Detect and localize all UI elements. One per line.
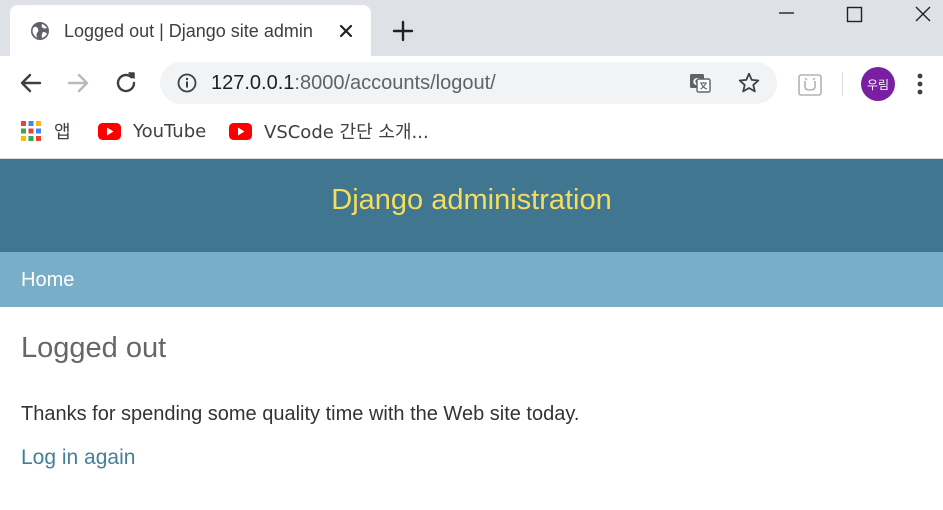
url-path: :8000/accounts/logout/ bbox=[294, 72, 496, 94]
breadcrumb-home-link[interactable]: Home bbox=[21, 268, 74, 292]
translate-icon[interactable]: G bbox=[688, 71, 712, 95]
address-bar[interactable]: 127.0.0.1:8000/accounts/logout/ G bbox=[160, 62, 777, 104]
bookmark-star-icon[interactable] bbox=[737, 71, 761, 95]
admin-header: Django administration bbox=[0, 159, 943, 252]
browser-toolbar: 127.0.0.1:8000/accounts/logout/ G 우림 bbox=[0, 56, 943, 110]
tab-strip: Logged out | Django site admin bbox=[0, 0, 943, 56]
more-menu-icon[interactable] bbox=[906, 70, 934, 98]
tab-title: Logged out | Django site admin bbox=[64, 21, 313, 41]
maximize-icon[interactable] bbox=[824, 0, 884, 30]
youtube-icon bbox=[229, 122, 252, 140]
globe-icon bbox=[31, 22, 49, 40]
page-title: Logged out bbox=[21, 332, 167, 364]
reload-icon[interactable] bbox=[110, 67, 142, 99]
bookmark-label: YouTube bbox=[133, 120, 207, 142]
youtube-icon bbox=[98, 122, 121, 140]
info-icon[interactable] bbox=[177, 73, 197, 93]
new-tab-icon[interactable] bbox=[390, 18, 416, 44]
back-arrow-icon[interactable] bbox=[15, 67, 47, 99]
window-close-icon[interactable] bbox=[893, 0, 943, 30]
bookmark-vscode[interactable]: VSCode 간단 소개... bbox=[229, 120, 429, 143]
breadcrumb: Home bbox=[0, 252, 943, 307]
site-branding[interactable]: Django administration bbox=[0, 159, 943, 252]
url-text[interactable]: 127.0.0.1:8000/accounts/logout/ bbox=[211, 72, 496, 94]
url-host: 127.0.0.1 bbox=[211, 72, 295, 94]
apps-icon bbox=[21, 121, 41, 141]
extension-icon[interactable] bbox=[797, 72, 823, 98]
bookmark-label: 앱 bbox=[54, 122, 71, 143]
bookmark-apps[interactable]: 앱 bbox=[20, 120, 71, 143]
logout-message: Thanks for spending some quality time wi… bbox=[21, 403, 580, 425]
login-again-link[interactable]: Log in again bbox=[21, 445, 135, 471]
close-tab-icon[interactable] bbox=[335, 20, 357, 42]
bookmarks-bar: 앱 YouTube VSCode 간단 소개... bbox=[0, 110, 943, 159]
bookmark-youtube[interactable]: YouTube bbox=[98, 120, 206, 142]
forward-arrow-icon[interactable] bbox=[62, 67, 94, 99]
browser-tab[interactable]: Logged out | Django site admin bbox=[10, 5, 371, 56]
toolbar-divider bbox=[842, 72, 843, 96]
main-content: Logged out Thanks for spending some qual… bbox=[21, 330, 921, 471]
profile-avatar[interactable]: 우림 bbox=[861, 67, 895, 101]
minimize-icon[interactable] bbox=[756, 0, 816, 30]
bookmark-label: VSCode 간단 소개... bbox=[264, 122, 429, 143]
